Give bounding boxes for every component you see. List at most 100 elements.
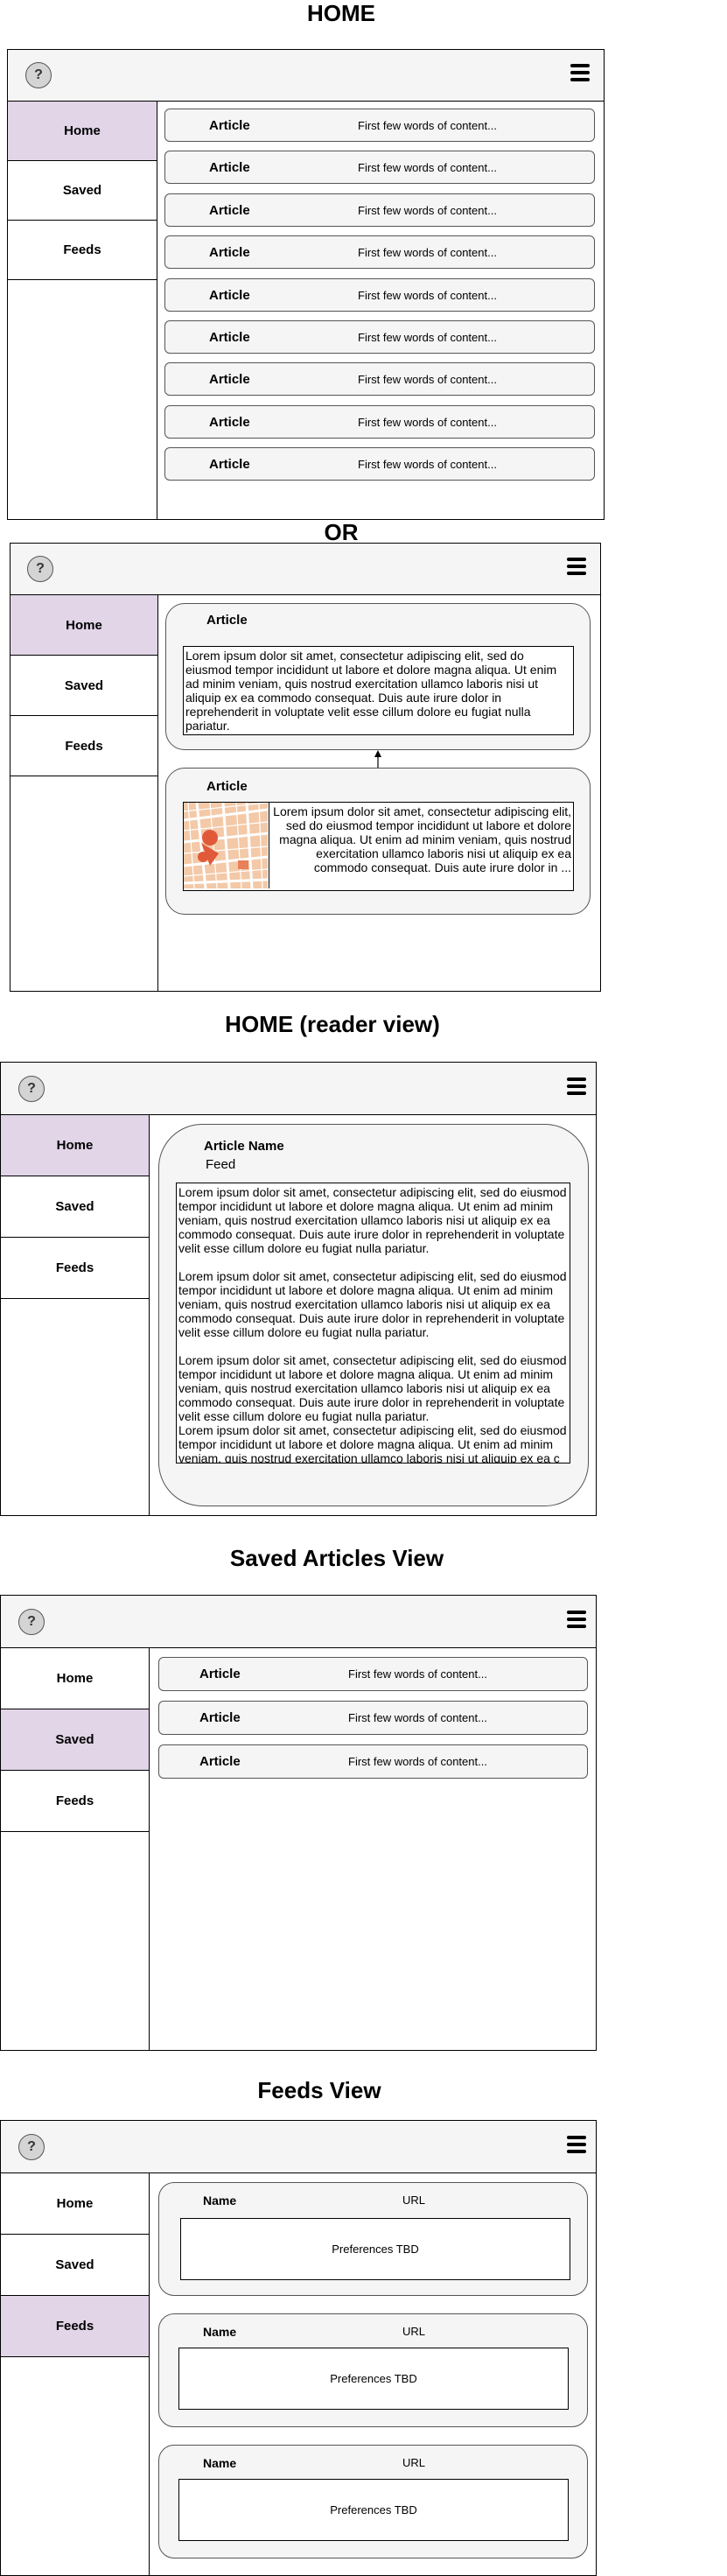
- nav-label: Home: [66, 617, 102, 633]
- top-bar: ?: [1, 1063, 596, 1115]
- nav-label: Saved: [55, 1732, 94, 1747]
- nav-item-feeds[interactable]: Feeds: [1, 2296, 149, 2357]
- article-row[interactable]: Article First few words of content...: [164, 151, 595, 184]
- nav-item-home[interactable]: Home: [10, 595, 157, 656]
- article-label: Article: [199, 1710, 241, 1725]
- feed-name-label: Name: [203, 2325, 237, 2339]
- reader-feed-name[interactable]: Feed: [206, 1157, 235, 1172]
- sidebar: Home Saved Feeds: [1, 2173, 150, 2575]
- article-row[interactable]: Article First few words of content...: [164, 447, 595, 481]
- reader-article-body[interactable]: Lorem ipsum dolor sit amet, consectetur …: [176, 1183, 570, 1463]
- nav-item-feeds[interactable]: Feeds: [1, 1238, 149, 1299]
- article-row[interactable]: Article First few words of content...: [164, 278, 595, 312]
- saved-article-row[interactable]: Article First few words of content...: [158, 1744, 588, 1779]
- hamburger-menu-icon[interactable]: [570, 64, 590, 83]
- article-preview: First few words of content...: [358, 458, 497, 471]
- article-label: Article: [209, 288, 250, 303]
- article-label: Article: [209, 330, 250, 345]
- nav-label: Feeds: [65, 738, 103, 754]
- article-preview: First few words of content...: [358, 119, 497, 132]
- article-label: Article: [209, 203, 250, 218]
- article-card-with-image[interactable]: Article Lorem ipsum dolor sit amet, cons…: [165, 768, 591, 915]
- nav-item-saved[interactable]: Saved: [1, 1176, 149, 1238]
- body-paragraph: Lorem ipsum dolor sit amet, consectetur …: [178, 1423, 567, 1463]
- hamburger-menu-icon[interactable]: [567, 1077, 586, 1097]
- nav-item-saved[interactable]: Saved: [10, 656, 157, 716]
- feeds-view-frame: ? Home Saved Feeds Name URL Preferences …: [0, 2120, 597, 2576]
- nav-label: Home: [56, 1138, 94, 1153]
- article-row[interactable]: Article First few words of content...: [164, 193, 595, 227]
- hamburger-menu-icon[interactable]: [567, 1611, 586, 1630]
- feed-card[interactable]: Name URL Preferences TBD: [158, 2313, 588, 2427]
- article-label: Article: [199, 1667, 241, 1681]
- article-row[interactable]: Article First few words of content...: [164, 235, 595, 269]
- top-bar: ?: [10, 544, 600, 595]
- feeds-view-title: Feeds View: [257, 2077, 381, 2103]
- help-icon[interactable]: ?: [18, 2134, 45, 2160]
- article-row[interactable]: Article First few words of content...: [164, 320, 595, 354]
- nav-label: Saved: [64, 677, 104, 693]
- nav-item-saved[interactable]: Saved: [8, 161, 157, 221]
- nav-item-feeds[interactable]: Feeds: [1, 1771, 149, 1832]
- hamburger-menu-icon[interactable]: [567, 2136, 586, 2155]
- saved-article-row[interactable]: Article First few words of content...: [158, 1701, 588, 1735]
- feed-card[interactable]: Name URL Preferences TBD: [158, 2182, 588, 2296]
- top-bar: ?: [1, 2121, 596, 2173]
- feed-preferences-box[interactable]: Preferences TBD: [180, 2218, 570, 2280]
- article-text-with-thumbnail: Lorem ipsum dolor sit amet, consectetur …: [183, 802, 574, 891]
- body-paragraph: Lorem ipsum dolor sit amet, consectetur …: [178, 1269, 567, 1339]
- help-icon[interactable]: ?: [18, 1076, 45, 1102]
- home-list-frame: ? Home Saved Feeds Article First few word…: [7, 49, 605, 520]
- nav-item-home[interactable]: Home: [1, 1115, 149, 1176]
- nav-item-home[interactable]: Home: [1, 2173, 149, 2235]
- article-preview: First few words of content...: [348, 1711, 487, 1724]
- help-icon[interactable]: ?: [18, 1609, 45, 1635]
- map-thumbnail-image: [184, 803, 269, 889]
- nav-item-feeds[interactable]: Feeds: [8, 221, 157, 280]
- feed-name-label: Name: [203, 2456, 237, 2470]
- reader-view-frame: ? Home Saved Feeds Article Name Feed Lor…: [0, 1062, 597, 1516]
- preferences-label: Preferences TBD: [330, 2371, 417, 2385]
- article-label: Article: [206, 613, 248, 628]
- feed-preferences-box[interactable]: Preferences TBD: [178, 2348, 569, 2410]
- article-preview: First few words of content...: [358, 204, 497, 217]
- saved-view-frame: ? Home Saved Feeds Article First few word…: [0, 1595, 597, 2051]
- preferences-label: Preferences TBD: [332, 2242, 419, 2256]
- article-preview: First few words of content...: [358, 161, 497, 174]
- article-preview: First few words of content...: [348, 1667, 487, 1681]
- nav-label: Feeds: [55, 2319, 94, 2334]
- nav-item-home[interactable]: Home: [1, 1648, 149, 1709]
- nav-label: Feeds: [55, 1260, 94, 1275]
- article-row[interactable]: Article First few words of content...: [164, 109, 595, 142]
- feed-url-label: URL: [402, 2193, 426, 2207]
- article-label: Article: [209, 372, 250, 387]
- reader-card: Article Name Feed Lorem ipsum dolor sit …: [158, 1124, 589, 1506]
- top-bar: ?: [1, 1596, 596, 1648]
- sidebar: Home Saved Feeds: [8, 102, 157, 519]
- saved-article-row[interactable]: Article First few words of content...: [158, 1657, 588, 1691]
- nav-item-saved[interactable]: Saved: [1, 1709, 149, 1771]
- nav-label: Home: [64, 123, 101, 138]
- home-card-frame: ? Home Saved Feeds Article Lorem ipsum d…: [10, 543, 601, 992]
- sidebar: Home Saved Feeds: [10, 595, 158, 991]
- preferences-label: Preferences TBD: [330, 2502, 417, 2516]
- nav-item-feeds[interactable]: Feeds: [10, 716, 157, 776]
- article-card[interactable]: Article Lorem ipsum dolor sit amet, cons…: [165, 603, 591, 750]
- feed-url-label: URL: [402, 2325, 426, 2338]
- article-row[interactable]: Article First few words of content...: [164, 362, 595, 396]
- nav-label: Saved: [62, 183, 102, 198]
- feed-card[interactable]: Name URL Preferences TBD: [158, 2445, 588, 2558]
- saved-view-title: Saved Articles View: [229, 1545, 444, 1571]
- help-icon[interactable]: ?: [25, 62, 52, 88]
- hamburger-menu-icon[interactable]: [567, 558, 586, 577]
- home-title: HOME: [307, 0, 375, 26]
- help-icon[interactable]: ?: [27, 556, 53, 582]
- feed-preferences-box[interactable]: Preferences TBD: [178, 2479, 569, 2541]
- feed-name-label: Name: [203, 2193, 237, 2207]
- nav-item-saved[interactable]: Saved: [1, 2235, 149, 2296]
- article-text: Lorem ipsum dolor sit amet, consectetur …: [183, 646, 574, 735]
- nav-item-home[interactable]: Home: [8, 102, 157, 161]
- article-row[interactable]: Article First few words of content...: [164, 405, 595, 439]
- article-label: Article: [206, 779, 248, 794]
- sidebar: Home Saved Feeds: [1, 1648, 150, 2050]
